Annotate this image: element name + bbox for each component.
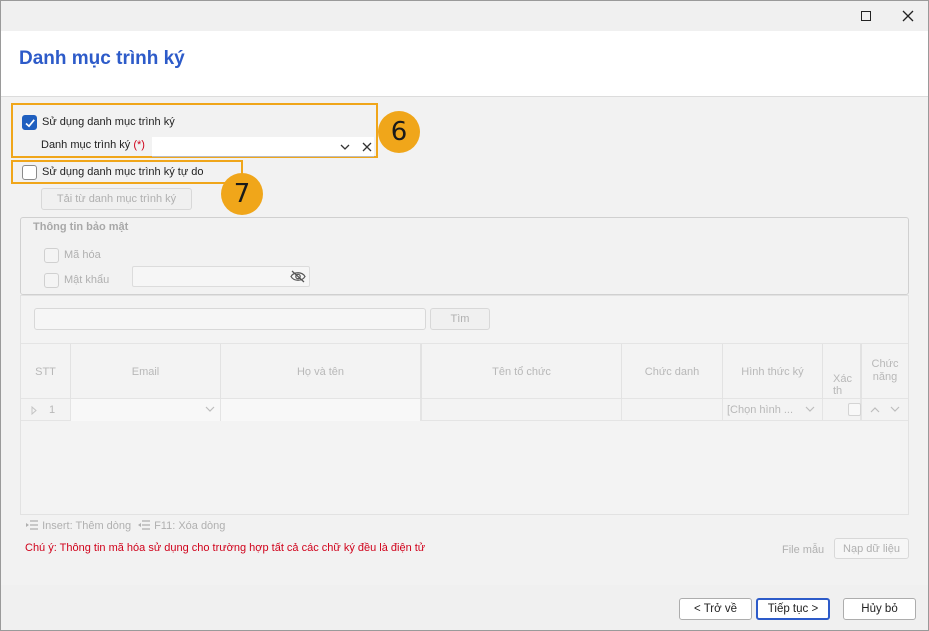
cell-sign-type-value: [Chọn hình ... — [727, 404, 794, 416]
cell-sign-type[interactable]: [Chọn hình ... — [723, 399, 823, 421]
load-from-list-button[interactable]: Tải từ danh mục trình ký — [41, 188, 192, 210]
dialog-header: Danh mục trình ký — [1, 31, 928, 97]
required-mark: (*) — [133, 139, 145, 151]
close-icon — [902, 10, 914, 22]
find-button[interactable]: Tìm — [430, 308, 490, 330]
chevron-down-icon[interactable] — [205, 406, 215, 413]
col-header-email[interactable]: Email — [70, 344, 221, 400]
callout-badge-6: 6 — [378, 111, 420, 153]
encrypt-label: Mã hóa — [64, 249, 101, 261]
delete-hint-text: F11: Xóa dòng — [154, 520, 226, 532]
use-free-list-label: Sử dụng danh mục trình ký tự do — [42, 166, 204, 178]
import-data-button[interactable]: Nạp dữ liệu — [834, 538, 909, 559]
template-file-link[interactable]: File mẫu — [782, 544, 824, 556]
search-input[interactable] — [34, 308, 426, 330]
col-header-verify[interactable]: Xác th — [823, 344, 861, 400]
page-title: Danh mục trình ký — [19, 48, 185, 69]
chevron-down-icon[interactable] — [805, 406, 815, 413]
cell-organization[interactable] — [421, 399, 622, 421]
maximize-button[interactable] — [853, 5, 879, 27]
move-up-icon[interactable] — [870, 406, 880, 413]
col-header-full-name[interactable]: Họ và tên — [221, 344, 421, 400]
use-free-list-checkbox[interactable] — [22, 165, 37, 180]
chevron-down-icon[interactable] — [340, 143, 350, 151]
col-header-position[interactable]: Chức danh — [622, 344, 723, 400]
checkmark-icon — [25, 119, 35, 128]
close-button[interactable] — [895, 5, 921, 27]
col-header-stt[interactable]: STT — [21, 344, 70, 400]
row-pointer-icon — [31, 405, 37, 415]
dialog-window: Danh mục trình ký 6 Sử dụng danh mục trì… — [0, 0, 929, 631]
back-button[interactable]: < Trở về — [679, 598, 752, 620]
encrypt-checkbox[interactable] — [44, 248, 59, 263]
cell-full-name[interactable] — [221, 399, 421, 421]
cancel-button[interactable]: Hủy bỏ — [843, 598, 916, 620]
table-header: STT Email Họ và tên Tên tổ chức Chức dan… — [21, 343, 908, 400]
security-group-title: Thông tin bảo mật — [33, 221, 129, 233]
move-down-icon[interactable] — [890, 406, 900, 413]
maximize-icon — [861, 11, 871, 21]
use-list-label: Sử dụng danh mục trình ký — [42, 116, 175, 128]
cell-stt: 1 — [49, 404, 56, 416]
callout-badge-7: 7 — [221, 173, 263, 215]
cell-position[interactable] — [622, 399, 723, 421]
clear-icon[interactable] — [362, 142, 372, 152]
cell-function — [861, 399, 908, 421]
verify-checkbox[interactable] — [848, 403, 861, 416]
col-header-sign-type[interactable]: Hình thức ký — [723, 344, 823, 400]
insert-hint: Insert: Thêm dòng — [25, 520, 131, 532]
delete-row-icon — [138, 520, 150, 530]
next-button[interactable]: Tiếp tục > — [756, 598, 830, 620]
col-header-function[interactable]: Chức năng — [861, 344, 908, 400]
insert-row-icon — [26, 520, 38, 530]
eye-off-icon[interactable] — [290, 270, 306, 283]
col-header-organization[interactable]: Tên tổ chức — [421, 344, 622, 400]
cell-email[interactable] — [70, 399, 221, 421]
password-label: Mật khẩu — [64, 274, 110, 286]
list-field-label: Danh mục trình ký (*) — [41, 139, 145, 151]
use-list-checkbox[interactable] — [22, 115, 37, 130]
encryption-note: Chú ý: Thông tin mã hóa sử dụng cho trườ… — [25, 542, 426, 554]
col-header-function-text: Chức năng — [871, 358, 899, 383]
row-indicator: 1 — [21, 399, 70, 421]
delete-hint: F11: Xóa dòng — [137, 520, 225, 532]
cell-verify[interactable] — [823, 399, 861, 421]
table-row[interactable]: 1 [Chọn hình ... — [21, 399, 908, 421]
list-combo[interactable] — [152, 137, 374, 157]
insert-hint-text: Insert: Thêm dòng — [42, 520, 132, 532]
title-bar — [1, 1, 928, 31]
password-checkbox[interactable] — [44, 273, 59, 288]
list-field-label-text: Danh mục trình ký — [41, 139, 131, 151]
password-input[interactable] — [132, 266, 310, 287]
